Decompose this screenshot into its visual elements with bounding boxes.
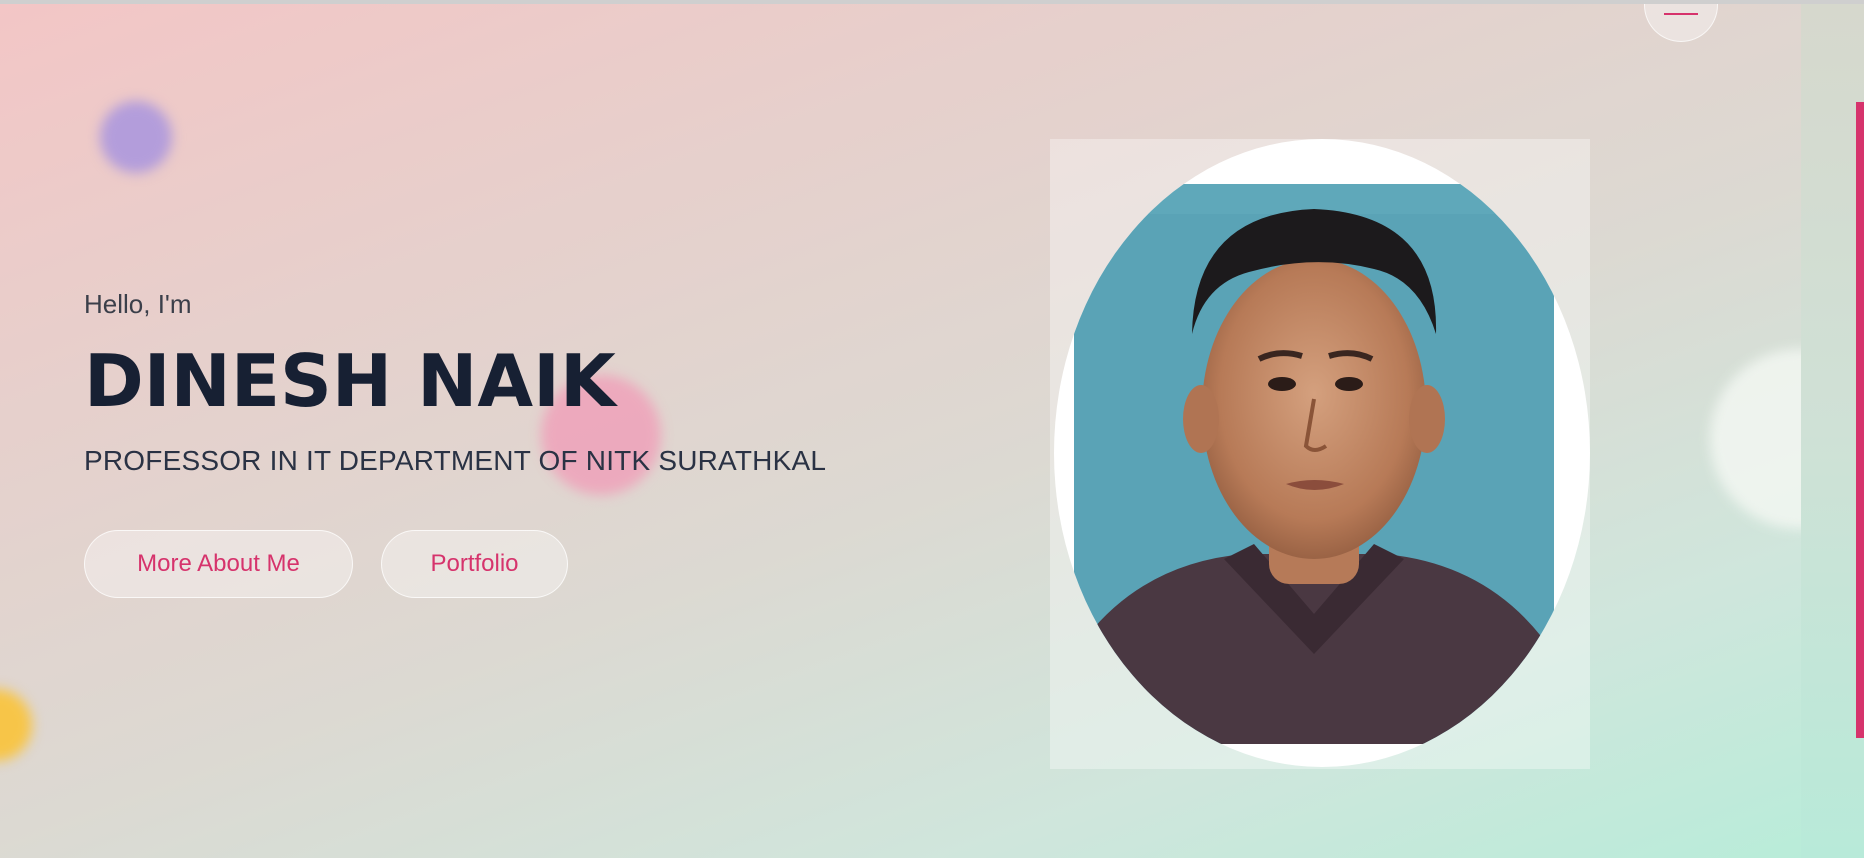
decorative-yellow-blob xyxy=(0,689,32,761)
scroll-progress-indicator xyxy=(1856,102,1864,738)
menu-toggle-button[interactable] xyxy=(1644,4,1718,42)
greeting-text: Hello, I'm xyxy=(84,289,192,319)
decorative-white-blob xyxy=(1710,349,1801,529)
hamburger-icon xyxy=(1664,13,1698,15)
portfolio-button[interactable]: Portfolio xyxy=(381,530,568,598)
profile-photo-frame xyxy=(1050,139,1590,769)
hero-section: Hello, I'm DINESH NAIK PROFESSOR IN IT D… xyxy=(0,4,1801,858)
hero-name-heading: DINESH NAIK xyxy=(84,339,616,423)
page-side-strip xyxy=(1801,4,1864,858)
more-about-me-button[interactable]: More About Me xyxy=(84,530,353,598)
profile-photo-oval xyxy=(1054,139,1590,767)
decorative-purple-blob xyxy=(100,101,172,173)
hero-subtitle: PROFESSOR IN IT DEPARTMENT OF NITK SURAT… xyxy=(84,445,827,476)
profile-photo xyxy=(1074,184,1554,744)
